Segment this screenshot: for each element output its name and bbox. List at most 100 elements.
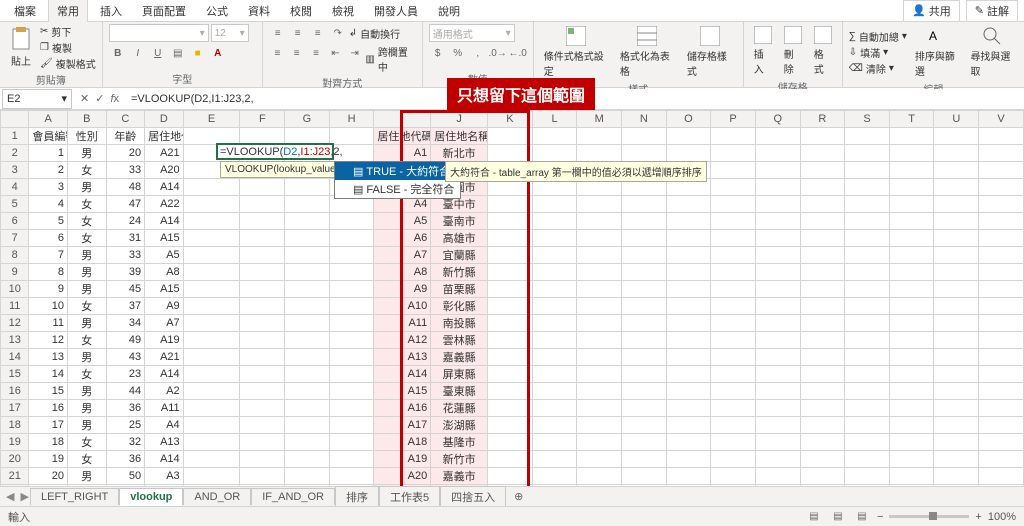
cell[interactable] [329,417,374,434]
cell[interactable] [621,366,666,383]
cell[interactable] [621,196,666,213]
currency-button[interactable]: $ [429,44,447,62]
cell[interactable] [285,349,330,366]
cell[interactable] [285,315,330,332]
format-cells-button[interactable]: 格式 [810,24,836,78]
cell[interactable] [488,468,533,485]
cell[interactable] [666,400,711,417]
cell[interactable] [666,281,711,298]
cell[interactable] [621,451,666,468]
cell[interactable]: A10 [374,298,431,315]
col-header[interactable]: K [488,111,533,128]
cell[interactable] [532,247,577,264]
cell[interactable] [934,434,979,451]
row-header[interactable]: 16 [1,383,29,400]
cell[interactable] [755,298,800,315]
row-header[interactable]: 4 [1,179,29,196]
cell[interactable] [488,383,533,400]
ac-option-false[interactable]: ▤FALSE - 完全符合 [335,180,460,198]
cell[interactable] [666,434,711,451]
cell[interactable] [711,383,756,400]
cell[interactable] [666,128,711,145]
cell[interactable] [621,281,666,298]
cell[interactable] [800,366,845,383]
cell[interactable]: 12 [29,332,68,349]
cell[interactable]: 32 [106,434,145,451]
cell[interactable] [240,468,285,485]
cell[interactable] [577,298,622,315]
sort-filter-button[interactable]: A排序與篩選 [911,24,963,80]
cell[interactable]: 嘉義市 [431,468,488,485]
cell[interactable] [845,247,890,264]
cell[interactable] [979,128,1024,145]
cell[interactable] [845,281,890,298]
cell[interactable] [711,128,756,145]
cell[interactable] [800,468,845,485]
zoom-in-button[interactable]: + [975,511,981,523]
tab-view[interactable]: 檢視 [324,0,362,22]
row-header[interactable]: 5 [1,196,29,213]
cell[interactable]: 男 [67,264,106,281]
cell[interactable] [666,264,711,281]
cell[interactable] [979,281,1024,298]
cell[interactable]: 1 [29,145,68,162]
cell[interactable]: A4 [145,417,184,434]
cell[interactable] [285,298,330,315]
bold-button[interactable]: B [109,44,127,62]
cell[interactable] [889,417,934,434]
cell[interactable]: 男 [67,247,106,264]
cell[interactable]: 6 [29,230,68,247]
wrap-text-button[interactable]: ↲自動換行 [349,24,400,42]
cell[interactable] [889,383,934,400]
cell[interactable] [889,128,934,145]
cell[interactable] [800,196,845,213]
cell[interactable]: 43 [106,349,145,366]
cell[interactable]: 8 [29,264,68,281]
cell[interactable] [666,247,711,264]
grid[interactable]: ABCDEFGHIJKLMNOPQRSTUV1會員編號性別年齡居住地代碼居住地代… [0,110,1024,506]
cell[interactable] [755,162,800,179]
cell[interactable]: 男 [67,417,106,434]
cell[interactable] [711,417,756,434]
cell[interactable] [755,366,800,383]
cell[interactable] [800,315,845,332]
insert-cells-button[interactable]: 插入 [750,24,776,78]
cell[interactable]: 20 [29,468,68,485]
cell[interactable] [621,400,666,417]
cell[interactable] [577,417,622,434]
cell[interactable] [666,451,711,468]
cell[interactable]: 11 [29,315,68,332]
cell[interactable] [889,145,934,162]
sheet-tab-5[interactable]: 工作表5 [379,486,440,507]
cell[interactable]: A14 [145,213,184,230]
cell[interactable]: A19 [145,332,184,349]
cell[interactable] [621,213,666,230]
cell[interactable] [934,213,979,230]
cell[interactable] [577,332,622,349]
cell[interactable] [755,451,800,468]
cell[interactable] [329,332,374,349]
cell[interactable] [329,468,374,485]
add-sheet-button[interactable]: ⊕ [506,488,531,505]
cell[interactable] [711,145,756,162]
cell[interactable] [979,468,1024,485]
cell[interactable] [532,349,577,366]
row-header[interactable]: 12 [1,315,29,332]
cell[interactable] [979,417,1024,434]
cell[interactable] [240,128,285,145]
cell[interactable]: 49 [106,332,145,349]
cell[interactable] [934,264,979,281]
cell[interactable] [755,468,800,485]
cell[interactable] [889,281,934,298]
cell[interactable] [845,179,890,196]
cell[interactable] [755,145,800,162]
cell[interactable] [889,162,934,179]
cell[interactable] [329,400,374,417]
cell[interactable] [800,247,845,264]
cell[interactable]: 20 [106,145,145,162]
cell[interactable] [329,264,374,281]
autocomplete-popup[interactable]: ▤TRUE - 大約符合 ▤FALSE - 完全符合 [334,161,461,199]
cell[interactable]: 男 [67,179,106,196]
cell[interactable] [183,315,240,332]
clear-button[interactable]: ⌫清除 ▾ [849,61,907,76]
